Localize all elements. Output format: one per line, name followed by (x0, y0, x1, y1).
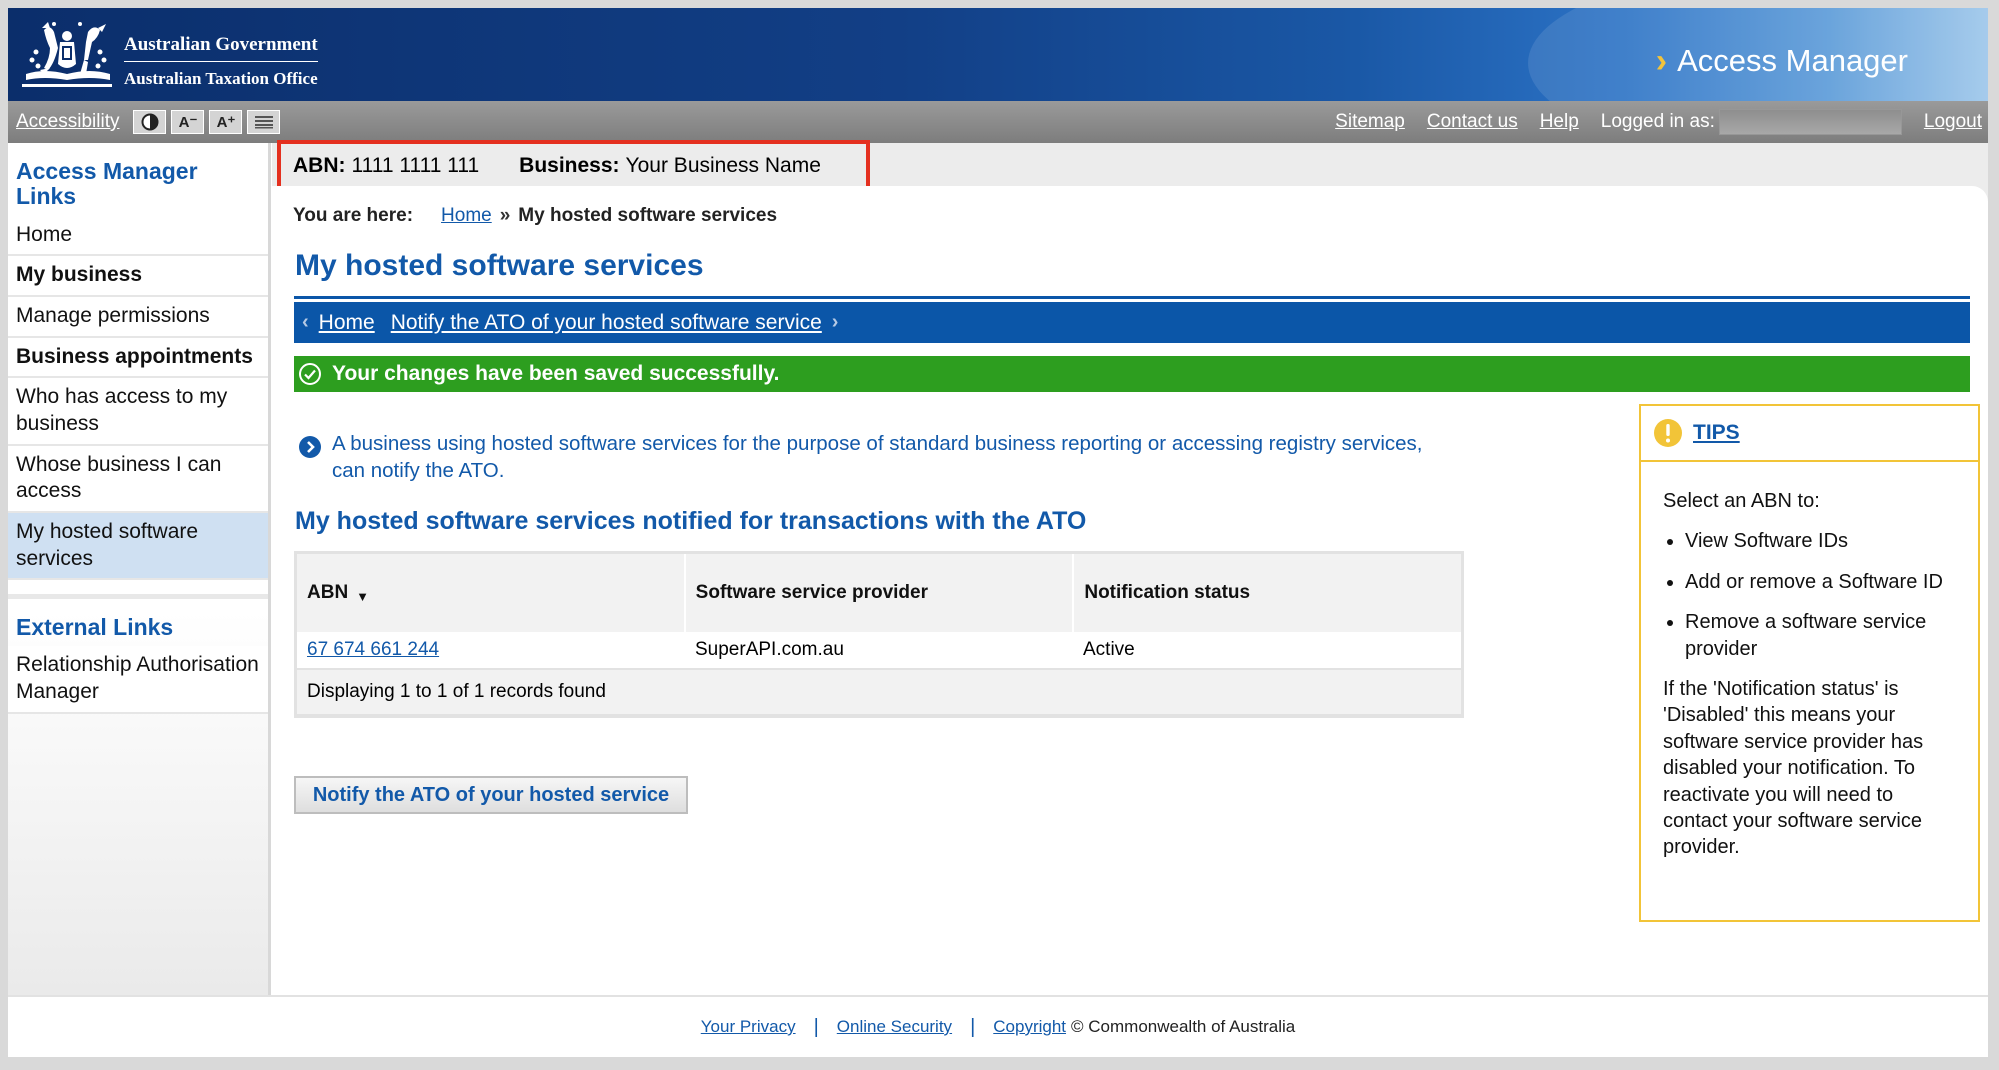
nav-home-link[interactable]: Home (319, 311, 375, 335)
chevron-right-icon: › (831, 311, 839, 333)
online-security-link[interactable]: Online Security (837, 1017, 952, 1037)
external-links-heading: External Links (8, 594, 268, 646)
copyright-link[interactable]: Copyright (993, 1017, 1066, 1037)
business-details-highlight: ABN: 1111 1111 111 Business: Your Busine… (277, 140, 870, 192)
warning-icon (1654, 419, 1682, 447)
agency-name: Australian Taxation Office (124, 69, 318, 88)
contrast-icon (141, 113, 159, 131)
abn-label: ABN: (293, 154, 346, 177)
sidebar-item-manage-permissions[interactable]: Manage permissions (8, 296, 268, 338)
logout-link[interactable]: Logout (1924, 111, 1982, 133)
site-footer: Your Privacy | Online Security | Copyrig… (8, 995, 1988, 1057)
column-header-provider: Software service provider (686, 554, 1075, 632)
tips-link[interactable]: TIPS (1693, 421, 1740, 445)
table-cell-status: Active (1083, 639, 1135, 660)
sidebar-item-who-has-access[interactable]: Who has access to my business (8, 378, 268, 446)
privacy-link[interactable]: Your Privacy (701, 1017, 796, 1037)
chevron-left-icon: ‹ (302, 311, 309, 333)
app-title-text: Access Manager (1677, 43, 1908, 78)
decrease-font-button[interactable]: A⁻ (171, 110, 205, 134)
help-link[interactable]: Help (1540, 111, 1579, 133)
sidebar-heading: Access Manager Links (16, 158, 198, 210)
increase-font-button[interactable]: A⁺ (209, 110, 243, 134)
hosted-services-table: ABN ▼ Software service provider Notificat… (294, 551, 1464, 718)
section-nav-bar: ‹ Home Notify the ATO of your hosted sof… (294, 299, 1970, 343)
sidebar-item-home[interactable]: Home (8, 215, 268, 257)
site-header: Australian Government Australian Taxatio… (8, 8, 1988, 101)
breadcrumb-home-link[interactable]: Home (441, 205, 492, 227)
table-cell-provider: SuperAPI.com.au (695, 639, 844, 660)
tips-header: TIPS (1641, 406, 1978, 462)
sidebar-item-my-business[interactable]: My business (8, 256, 268, 297)
business-value: Your Business Name (625, 154, 821, 177)
sidebar-item-business-appointments[interactable]: Business appointments (8, 337, 268, 379)
main-content: You are here: Home » My hosted software … (272, 186, 1988, 995)
notify-ato-button[interactable]: Notify the ATO of your hosted service (294, 776, 688, 814)
breadcrumb-current: My hosted software services (518, 205, 778, 226)
sidebar: Access Manager Links Home My business Ma… (8, 143, 271, 995)
sidebar-item-hosted-software[interactable]: My hosted software services (8, 512, 268, 581)
info-message: A business using hosted software service… (298, 431, 1428, 484)
contact-link[interactable]: Contact us (1427, 111, 1518, 133)
tips-item: View Software IDs (1685, 528, 1960, 554)
section-title: My hosted software services notified for… (295, 507, 1087, 535)
success-message: Your changes have been saved successfull… (294, 356, 1970, 392)
column-header-abn[interactable]: ABN ▼ (297, 554, 686, 632)
nav-notify-link[interactable]: Notify the ATO of your hosted software s… (391, 311, 822, 335)
abn-link[interactable]: 67 674 661 244 (307, 639, 439, 661)
sidebar-item-ram[interactable]: Relationship Authorisation Manager (8, 646, 268, 714)
text-only-button[interactable] (247, 110, 281, 134)
logged-in-user (1718, 109, 1902, 135)
government-title: Australian Government (124, 34, 318, 62)
column-header-abn-label: ABN (307, 582, 349, 603)
footer-divider: | (813, 1015, 819, 1038)
abn-value: 1111 1111 111 (351, 154, 480, 177)
info-arrow-icon (299, 436, 321, 458)
sitemap-link[interactable]: Sitemap (1335, 111, 1405, 133)
tips-body: Select an ABN to: View Software IDs Add … (1641, 462, 1978, 861)
page-frame: Australian Government Australian Taxatio… (8, 8, 1988, 1057)
tips-note: If the 'Notification status' is 'Disable… (1663, 677, 1924, 859)
breadcrumb-label: You are here: (293, 205, 414, 226)
contrast-button[interactable] (133, 110, 167, 134)
column-header-status: Notification status (1084, 582, 1251, 603)
breadcrumb: You are here: Home » My hosted software … (293, 205, 777, 227)
table-row: 67 674 661 244 SuperAPI.com.au Active (297, 632, 1461, 670)
tips-panel: TIPS Select an ABN to: View Software IDs… (1639, 404, 1980, 922)
app-title: › Access Manager (1656, 43, 1908, 79)
tips-list: View Software IDs Add or remove a Softwa… (1663, 528, 1960, 662)
sidebar-item-whose-business[interactable]: Whose business I can access (8, 445, 268, 513)
logged-in-label: Logged in as: (1600, 111, 1715, 132)
tips-item: Remove a software service provider (1685, 609, 1960, 662)
toolbar-right: Sitemap Contact us Help Logged in as: Lo… (1335, 101, 1988, 143)
page-title: My hosted software services (295, 249, 704, 282)
success-text: Your changes have been saved successfull… (332, 362, 780, 385)
table-header: ABN ▼ Software service provider Notificat… (297, 554, 1461, 632)
chevron-right-icon: › (1655, 42, 1668, 80)
check-circle-icon (299, 363, 321, 385)
sort-down-icon: ▼ (356, 589, 370, 604)
text-only-icon (254, 116, 273, 129)
coat-of-arms-icon (22, 22, 112, 87)
accessibility-link[interactable]: Accessibility (16, 111, 119, 133)
footer-divider: | (970, 1015, 976, 1038)
table-footer: Displaying 1 to 1 of 1 records found (297, 670, 1461, 714)
info-text: A business using hosted software service… (332, 432, 1423, 482)
breadcrumb-separator: » (499, 205, 511, 226)
logged-in-group: Logged in as: (1601, 109, 1902, 135)
tips-intro: Select an ABN to: (1663, 490, 1820, 512)
copyright-text: © Commonwealth of Australia (1071, 1017, 1296, 1036)
table-cell-abn: 67 674 661 244 (297, 632, 685, 668)
government-branding: Australian Government Australian Taxatio… (124, 34, 318, 89)
tips-item: Add or remove a Software ID (1685, 569, 1960, 595)
utility-toolbar: Accessibility A⁻ A⁺ Sitemap Contact us H… (8, 101, 1988, 143)
business-label: Business: (519, 154, 620, 177)
